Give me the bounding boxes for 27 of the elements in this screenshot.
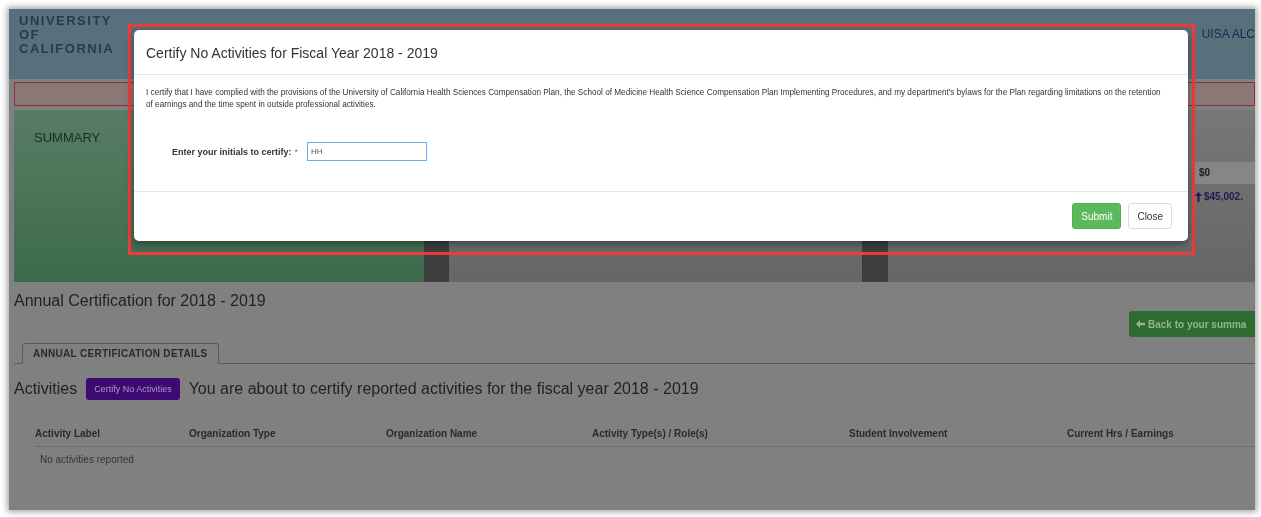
column-header: Student Involvement bbox=[849, 428, 949, 439]
required-mark: * bbox=[294, 146, 299, 157]
column-header: Current Hrs / Earnings bbox=[1067, 428, 1175, 439]
amount-field[interactable]: $0 bbox=[1195, 162, 1255, 184]
field-label: Enter your initials to certify: bbox=[172, 146, 292, 157]
close-button[interactable]: Close bbox=[1128, 203, 1172, 229]
tab[interactable]: ANNUAL CERTIFICATION DETAILS bbox=[22, 343, 219, 364]
page-title: Annual Certification for 2018 - 2019 bbox=[14, 292, 266, 310]
university-logo: UNIVERSITY OF CALIFORNIA bbox=[19, 14, 115, 56]
empty-message: No activities reported bbox=[40, 454, 134, 465]
column-header: Organization Name bbox=[386, 428, 479, 439]
welcome-text: UISA ALC bbox=[1201, 27, 1255, 41]
column-header: Organization Type bbox=[189, 428, 277, 439]
arrow-up-icon bbox=[1195, 191, 1202, 202]
initials-field[interactable]: HH bbox=[307, 142, 428, 161]
column-header: Activity Label bbox=[35, 428, 102, 439]
column-header: Activity Type(s) / Role(s) bbox=[592, 428, 709, 439]
notice-text: You are about to certify reported activities for the fiscal year 2018 - 2019 bbox=[188, 380, 699, 398]
back-button[interactable]: Back to your summa bbox=[1129, 311, 1255, 337]
statement-text: I certify that I have complied with the provisions of the University of California Health Sciences Compensation Plan, the School of Medicine Health Science Compensation Plan Implementing Procedures, and my department's bylaws for the Plan regarding limitations on the retention of earnings and the time spent in outside professional activities. bbox=[146, 87, 1162, 111]
certify-button[interactable]: Certify No Activities bbox=[86, 378, 180, 400]
arrow-left-icon bbox=[1136, 320, 1145, 328]
submit-button[interactable]: Submit bbox=[1072, 203, 1122, 229]
activities-heading: Activities bbox=[14, 380, 78, 398]
modal-title: Certify No Activities for Fiscal Year 2018 - 2019 bbox=[146, 45, 438, 61]
summary-title: SUMMARY bbox=[34, 130, 101, 145]
change-link[interactable]: $45,002. bbox=[1195, 191, 1243, 202]
